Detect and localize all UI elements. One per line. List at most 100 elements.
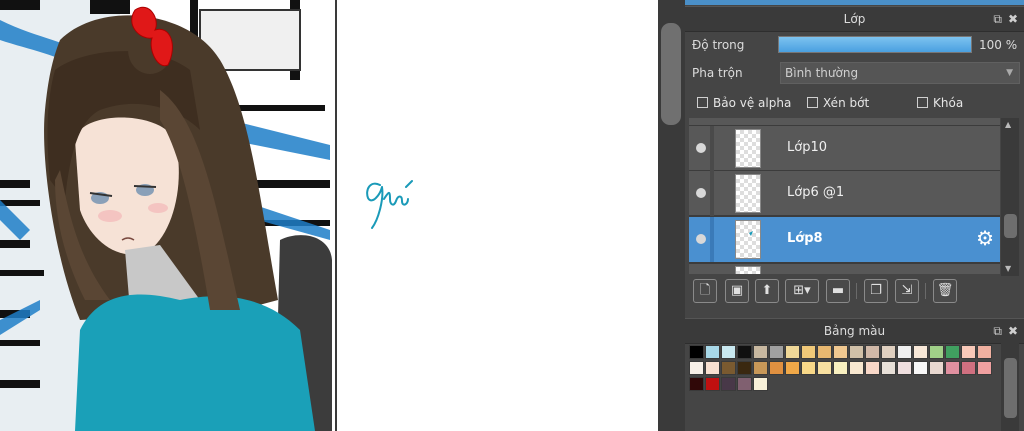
color-swatch[interactable] <box>785 345 800 359</box>
layer-lock-strip <box>710 171 714 216</box>
color-swatch[interactable] <box>833 361 848 375</box>
color-swatch[interactable] <box>753 377 768 391</box>
layer-name: Lớp8 <box>787 231 823 246</box>
close-icon[interactable]: ✖ <box>1008 319 1018 343</box>
add-layer-dropdown-icon[interactable]: ⊞▾ <box>785 279 819 303</box>
layer-lock-strip <box>710 217 714 262</box>
color-swatch[interactable] <box>865 361 880 375</box>
new-layer-icon[interactable]: 🗋 <box>693 279 717 303</box>
artwork-illustration <box>0 0 340 431</box>
color-swatch[interactable] <box>897 345 912 359</box>
color-swatch[interactable] <box>897 361 912 375</box>
float-window-icon[interactable]: ⧉ <box>993 7 1002 31</box>
color-swatch[interactable] <box>849 345 864 359</box>
color-swatch[interactable] <box>977 361 992 375</box>
layer-thumbnail <box>735 129 761 168</box>
color-swatch[interactable] <box>865 345 880 359</box>
color-swatch[interactable] <box>945 345 960 359</box>
color-swatch[interactable] <box>881 345 896 359</box>
color-swatch[interactable] <box>689 361 704 375</box>
color-swatch[interactable] <box>817 361 832 375</box>
lock-checkbox[interactable]: Khóa <box>917 96 963 110</box>
layer-thumbnail <box>735 174 761 213</box>
new-layer-8bit-icon[interactable]: ▣ <box>725 279 749 303</box>
scroll-up-icon[interactable]: ▲ <box>1005 120 1011 129</box>
color-swatch[interactable] <box>721 345 736 359</box>
palette-panel-header: Bảng màu ⧉ ✖ <box>685 318 1024 344</box>
visibility-eye-icon[interactable] <box>696 188 706 198</box>
color-swatch[interactable] <box>753 361 768 375</box>
toolbar-divider <box>925 283 926 299</box>
blend-mode-label: Pha trộn <box>692 66 743 80</box>
color-swatch[interactable] <box>737 361 752 375</box>
clipping-checkbox[interactable]: Xén bớt <box>807 96 869 110</box>
color-swatch[interactable] <box>705 345 720 359</box>
layer-row-selected[interactable]: Lớp8 ⚙ <box>689 217 1000 263</box>
color-swatch[interactable] <box>849 361 864 375</box>
layer-row[interactable]: Lớp10 <box>689 126 1000 171</box>
color-swatch[interactable] <box>753 345 768 359</box>
color-swatch[interactable] <box>945 361 960 375</box>
lock-label: Khóa <box>933 96 964 110</box>
color-swatch[interactable] <box>769 345 784 359</box>
opacity-slider[interactable] <box>778 36 972 53</box>
close-icon[interactable]: ✖ <box>1008 7 1018 31</box>
color-swatch[interactable] <box>721 361 736 375</box>
color-swatch[interactable] <box>689 345 704 359</box>
layer-row-partial[interactable] <box>689 264 1000 274</box>
gear-icon[interactable]: ⚙ <box>976 228 994 248</box>
drawing-canvas[interactable] <box>0 0 658 431</box>
color-swatch[interactable] <box>913 361 928 375</box>
color-swatch[interactable] <box>705 377 720 391</box>
opacity-slider-fill <box>779 37 971 52</box>
protect-alpha-checkbox[interactable]: Bảo vệ alpha <box>697 96 791 110</box>
color-swatch[interactable] <box>881 361 896 375</box>
scroll-down-icon[interactable]: ▼ <box>1005 264 1011 273</box>
layer-row[interactable]: Lớp6 @1 <box>689 171 1000 216</box>
color-swatch[interactable] <box>769 361 784 375</box>
opacity-value: 100 % <box>979 38 1018 52</box>
right-panel: Lớp ⧉ ✖ Độ trong 100 % Pha trộn Bình thư… <box>685 0 1024 431</box>
delete-layer-icon[interactable]: 🗑 <box>933 279 957 303</box>
panel-top-accent <box>685 0 1024 5</box>
color-swatch[interactable] <box>833 345 848 359</box>
color-swatch[interactable] <box>961 345 976 359</box>
blend-mode-select[interactable]: Bình thường ▼ <box>780 62 1020 84</box>
color-swatch[interactable] <box>961 361 976 375</box>
layer-thumbnail <box>735 220 761 259</box>
toolbar-divider <box>856 283 857 299</box>
color-swatch[interactable] <box>929 361 944 375</box>
color-swatch[interactable] <box>737 345 752 359</box>
palette-scrollbar[interactable] <box>1001 343 1019 431</box>
color-swatch[interactable] <box>801 361 816 375</box>
protect-alpha-label: Bảo vệ alpha <box>713 96 792 110</box>
color-swatch[interactable] <box>977 345 992 359</box>
canvas-vertical-scrollbar[interactable] <box>658 0 685 431</box>
layer-list-scrollbar[interactable]: ▲ ▼ <box>1001 118 1019 276</box>
color-swatch[interactable] <box>929 345 944 359</box>
artist-signature <box>366 180 413 229</box>
visibility-eye-icon[interactable] <box>696 143 706 153</box>
canvas-scroll-thumb[interactable] <box>661 23 681 125</box>
color-swatch[interactable] <box>721 377 736 391</box>
color-swatch[interactable] <box>913 345 928 359</box>
layer-lock-strip <box>710 126 714 171</box>
layer-row-partial[interactable] <box>689 118 1000 126</box>
color-swatch[interactable] <box>705 361 720 375</box>
float-window-icon[interactable]: ⧉ <box>993 319 1002 343</box>
layer-name: Lớp10 <box>787 140 827 155</box>
color-swatch[interactable] <box>737 377 752 391</box>
new-layer-1bit-icon[interactable]: ⬆ <box>755 279 779 303</box>
color-swatch[interactable] <box>785 361 800 375</box>
chevron-down-icon: ▼ <box>1006 68 1013 78</box>
color-swatch[interactable] <box>801 345 816 359</box>
layer-scroll-thumb[interactable] <box>1004 214 1017 238</box>
duplicate-layer-icon[interactable]: ❐ <box>864 279 888 303</box>
color-swatch[interactable] <box>817 345 832 359</box>
new-folder-icon[interactable]: ▬ <box>826 279 850 303</box>
visibility-eye-icon[interactable] <box>696 234 706 244</box>
color-swatch[interactable] <box>689 377 704 391</box>
layer-list[interactable]: Lớp10 Lớp6 @1 Lớp8 ⚙ <box>689 118 1000 274</box>
merge-down-icon[interactable]: ⇲ <box>895 279 919 303</box>
palette-scroll-thumb[interactable] <box>1004 358 1017 418</box>
